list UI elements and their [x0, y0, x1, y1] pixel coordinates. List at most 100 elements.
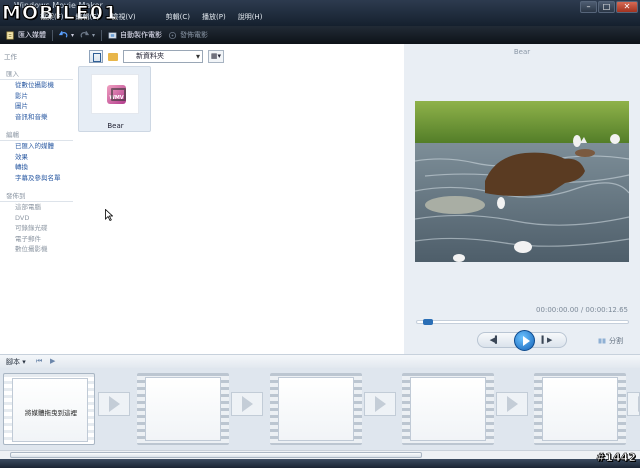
wmv-file-icon: WMV [107, 85, 126, 104]
menu-file[interactable]: 檔案(F) [40, 12, 64, 24]
drag-media-hint: 將媒體拖曳到這裡 [25, 409, 77, 417]
maximize-button[interactable]: □ [598, 1, 615, 13]
menu-clip[interactable]: 剪輯(C) [166, 12, 190, 24]
publish-section-title: 發佈到 [0, 190, 73, 202]
menu-edit[interactable]: 編輯(E) [76, 12, 100, 24]
transition-slot[interactable] [496, 392, 528, 416]
redo-dropdown-icon: ▾ [92, 31, 96, 39]
film-frame-inner [410, 377, 486, 441]
publish-camera-link[interactable]: 數位攝影機 [0, 244, 75, 255]
storyboard-slot[interactable] [137, 371, 229, 447]
task-pane-header: 工作 [4, 53, 17, 61]
publish-computer-link[interactable]: 這部電腦 [0, 202, 75, 213]
next-frame-icon[interactable]: ▍▶ [540, 336, 554, 345]
toolbar-separator [101, 29, 103, 41]
auto-movie-label: 自動製作電影 [120, 31, 163, 39]
transition-slot[interactable] [231, 392, 263, 416]
minimize-button[interactable]: – [580, 1, 597, 13]
split-button[interactable]: 分割 [598, 336, 623, 346]
timecode-display: 00:00:00.00 / 00:00:12.65 [536, 306, 628, 314]
play-storyboard-icon[interactable]: ▶ [50, 357, 55, 365]
window-controls: – □ ✕ [580, 1, 638, 13]
undo-dropdown-icon: ▾ [71, 31, 75, 39]
transitions-link[interactable]: 轉換 [0, 162, 75, 173]
undo-button[interactable]: ▾ [59, 30, 75, 40]
storyboard-slot[interactable] [270, 371, 362, 447]
toolbar: 匯入媒體 ▾ ▾ 自動製作電影 發佈電影 [0, 26, 640, 44]
film-frame-inner [278, 377, 354, 441]
film-frame-inner: 將媒體拖曳到這裡 [12, 378, 88, 442]
task-pane: 工作 匯入 從數位攝影機 影片 圖片 音訊和音樂 編輯 已匯入的媒體 效果 轉換… [0, 44, 75, 354]
collection-pane: 新資料夾 ▦▾ WMV Bear [75, 44, 404, 354]
horizontal-scrollbar[interactable] [0, 450, 640, 459]
video-frame [415, 101, 629, 262]
film-frame-inner [542, 377, 618, 441]
mouse-cursor-icon [105, 209, 113, 221]
publish-movie-label: 發佈電影 [180, 31, 209, 39]
import-section: 匯入 從數位攝影機 影片 圖片 音訊和音樂 [0, 68, 75, 122]
import-from-camera-link[interactable]: 從數位攝影機 [0, 80, 75, 91]
seek-bar[interactable] [416, 319, 629, 325]
storyboard-dropdown[interactable]: 腳本 ▾ [6, 357, 26, 367]
storyboard: 將媒體拖曳到這裡 [0, 368, 640, 450]
clip-tile-bear[interactable]: WMV Bear [78, 66, 151, 132]
film-frame [534, 373, 626, 445]
play-button[interactable] [514, 330, 535, 351]
redo-button[interactable]: ▾ [80, 30, 96, 40]
publish-cd-link[interactable]: 可錄錄光碟 [0, 223, 75, 234]
preview-pane: Bear 00:00:00.00 / 00:00:12.65 ◀▍ ▍▶ 分割 [404, 44, 640, 354]
film-frame [402, 373, 494, 445]
transition-slot[interactable] [627, 392, 640, 416]
import-media-label: 匯入媒體 [18, 31, 46, 39]
storyboard-slot[interactable] [402, 371, 494, 447]
scrollbar-thumb[interactable] [10, 452, 422, 458]
auto-movie-button[interactable]: 自動製作電影 [108, 30, 162, 40]
seek-handle[interactable] [423, 319, 434, 325]
film-frame [137, 373, 229, 445]
film-icon [108, 31, 117, 39]
import-media-button[interactable]: 匯入媒體 [6, 30, 46, 40]
storyboard-slot[interactable] [534, 371, 626, 447]
storyboard-slot[interactable]: 將媒體拖曳到這裡 [3, 371, 95, 447]
tasks-view-button[interactable] [89, 49, 103, 63]
close-button[interactable]: ✕ [616, 1, 638, 13]
watermark: #1442 [596, 451, 636, 465]
transition-slot[interactable] [364, 392, 396, 416]
imported-media-link[interactable]: 已匯入的媒體 [0, 141, 75, 152]
film-frame [270, 373, 362, 445]
menu-play[interactable]: 播放(P) [202, 12, 226, 24]
import-video-link[interactable]: 影片 [0, 91, 75, 102]
film-frame-inner [145, 377, 221, 441]
publish-section: 發佈到 這部電腦 DVD 可錄錄光碟 電子郵件 數位攝影機 [0, 190, 75, 255]
menu-bar: 檔案(F) 編輯(E) 檢視(V) 剪輯(C) 播放(P) 說明(H) [40, 12, 274, 24]
bear-video-image [415, 101, 629, 262]
clip-thumbnail: WMV [91, 74, 139, 114]
split-icon [598, 338, 606, 344]
storyboard-label: 腳本 [6, 358, 20, 366]
publish-dvd-link[interactable]: DVD [0, 213, 75, 224]
publish-movie-button[interactable]: 發佈電影 [168, 30, 208, 40]
titles-credits-link[interactable]: 字幕及參與名單 [0, 173, 75, 184]
import-audio-link[interactable]: 音訊和音樂 [0, 112, 75, 123]
import-section-title: 匯入 [0, 68, 73, 80]
import-pictures-link[interactable]: 圖片 [0, 101, 75, 112]
edit-section-title: 編輯 [0, 129, 73, 141]
undo-icon [59, 30, 68, 38]
film-frame: 將媒體拖曳到這裡 [3, 373, 95, 445]
toolbar-separator [52, 29, 53, 41]
folder-icon[interactable] [106, 50, 120, 63]
previous-frame-icon[interactable]: ◀▍ [488, 336, 502, 345]
split-label: 分割 [609, 337, 623, 345]
view-mode-icon[interactable]: ▦▾ [208, 49, 224, 63]
edit-section: 編輯 已匯入的媒體 效果 轉換 字幕及參與名單 [0, 129, 75, 183]
clip-label: Bear [107, 122, 124, 130]
preview-title: Bear [513, 48, 531, 56]
menu-view[interactable]: 檢視(V) [111, 12, 135, 24]
publish-email-link[interactable]: 電子郵件 [0, 234, 75, 245]
transition-slot[interactable] [98, 392, 130, 416]
collection-dropdown[interactable]: 新資料夾 [123, 49, 203, 63]
menu-help[interactable]: 說明(H) [238, 12, 263, 24]
rewind-storyboard-icon[interactable]: ⏮ [36, 357, 42, 366]
import-icon [6, 31, 14, 39]
effects-link[interactable]: 效果 [0, 152, 75, 163]
